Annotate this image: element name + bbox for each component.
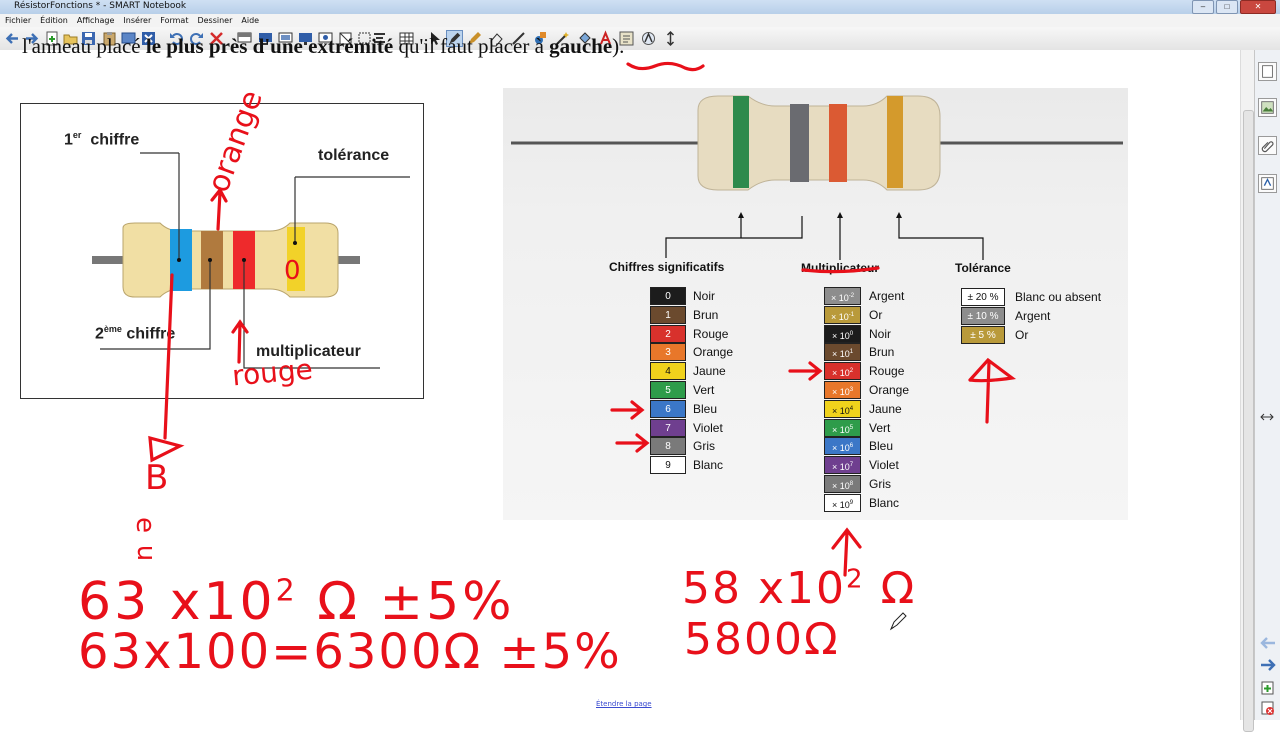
ink-line-3: 58 x102 Ω: [682, 563, 916, 614]
ink-line-1-b: Ω ±5%: [317, 572, 515, 632]
attachments-icon[interactable]: [1258, 136, 1277, 155]
pen-cursor-icon: [889, 612, 907, 631]
close-button[interactable]: ✕: [1240, 0, 1276, 14]
ink-arrow-or: [968, 357, 1017, 424]
next-page-icon[interactable]: [1259, 658, 1277, 672]
side-tabs-panel: [1254, 50, 1280, 720]
ink-arrow-orange: [210, 187, 228, 231]
ink-zero: 0: [284, 256, 301, 286]
ink-line-3-b: Ω: [880, 563, 917, 614]
scrollbar-thumb[interactable]: [1243, 110, 1254, 732]
ink-arrow-rouge-mult: [788, 361, 823, 381]
ink-rouge: rouge: [230, 352, 315, 393]
extend-page-link[interactable]: Étendre la page: [596, 700, 652, 708]
delete-page-side-icon[interactable]: [1260, 700, 1276, 716]
ink-underline-multiplicateur: [801, 266, 880, 274]
ink-arrow-gris: [615, 433, 650, 453]
ink-line-3-exp: 2: [846, 564, 865, 595]
properties-tab-icon[interactable]: [1258, 174, 1277, 193]
ink-letter-e: e: [130, 517, 160, 533]
ink-line-1: 63 x102 Ω ±5%: [78, 572, 515, 632]
ink-letter-b: B: [145, 458, 169, 498]
ink-arrow-rouge: [231, 319, 249, 364]
page-sorter-icon[interactable]: [1258, 62, 1277, 81]
prev-page-icon[interactable]: [1259, 636, 1277, 650]
resize-handle-icon[interactable]: [1260, 412, 1274, 422]
ink-line-2: 63x100=6300Ω ±5%: [78, 624, 622, 680]
ink-arrow-bleu: [610, 400, 645, 420]
add-page-side-icon[interactable]: [1260, 680, 1276, 696]
ink-line-1-a: 63 x10: [78, 572, 276, 632]
ink-underline-gauche: [626, 61, 705, 72]
ink-letter-u: u: [131, 544, 162, 562]
vertical-scrollbar[interactable]: [1240, 50, 1254, 732]
ink-line-3-a: 58 x10: [682, 563, 847, 614]
gallery-icon[interactable]: [1258, 98, 1277, 117]
ink-line-4: 5800Ω: [684, 614, 840, 665]
ink-line-1-exp: 2: [275, 573, 298, 609]
ink-line-blue: [163, 273, 174, 440]
ink-arrowhead-blue: [148, 435, 185, 463]
